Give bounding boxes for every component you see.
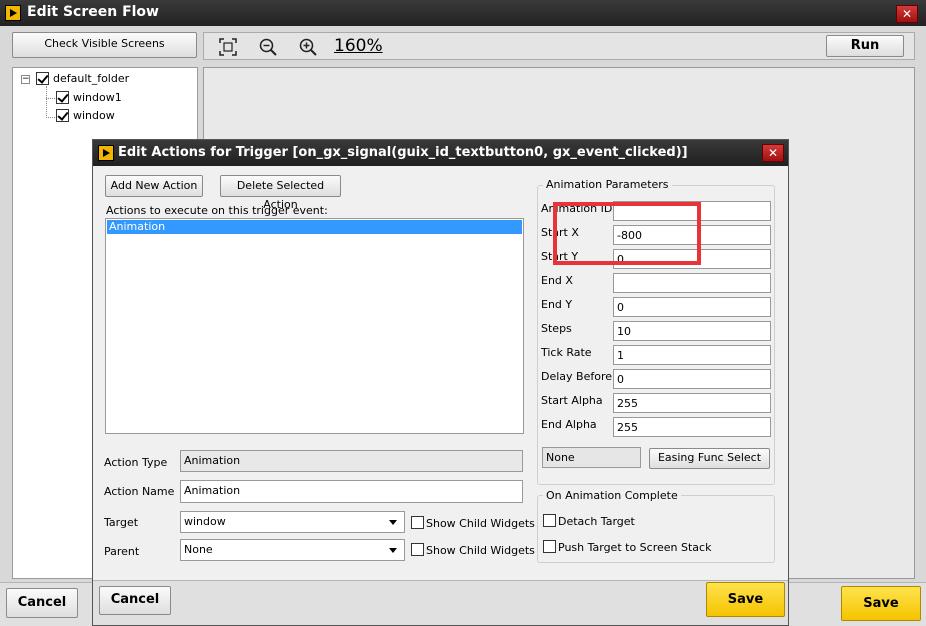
dialog-titlebar: Edit Actions for Trigger [on_gx_signal(g… — [93, 140, 788, 166]
run-button[interactable]: Run — [826, 35, 904, 57]
tree-child-checkbox[interactable] — [56, 109, 69, 122]
tree-item-window[interactable]: window — [73, 109, 115, 122]
window-close-button[interactable]: ✕ — [896, 5, 918, 23]
target-show-child-checkbox[interactable] — [411, 516, 424, 529]
chevron-down-icon — [389, 548, 397, 553]
zoom-out-icon[interactable] — [259, 38, 277, 56]
action-type-field: Animation — [180, 450, 523, 472]
end-x-field[interactable] — [613, 273, 771, 293]
parent-label: Parent — [104, 545, 140, 558]
push-target-label[interactable]: Push Target to Screen Stack — [558, 541, 711, 554]
actions-list[interactable]: Animation — [105, 218, 524, 434]
tree-child-checkbox[interactable] — [56, 91, 69, 104]
parent-show-child-checkbox[interactable] — [411, 543, 424, 556]
delay-before-label: Delay Before — [541, 370, 613, 383]
zoom-in-icon[interactable] — [299, 38, 317, 56]
on-animation-complete-title: On Animation Complete — [543, 489, 681, 502]
tree-root-checkbox[interactable] — [36, 72, 49, 85]
tick-rate-label: Tick Rate — [541, 346, 592, 359]
target-label: Target — [104, 516, 139, 529]
dialog-logo-icon — [98, 145, 114, 161]
end-alpha-label: End Alpha — [541, 418, 597, 431]
tree-collapse-icon[interactable]: − — [21, 75, 30, 84]
dialog-cancel-button[interactable]: Cancel — [99, 586, 171, 615]
steps-label: Steps — [541, 322, 572, 335]
highlight-annotation — [553, 202, 701, 265]
target-select-value: window — [184, 515, 226, 528]
easing-func-field: None — [542, 447, 641, 468]
tree-root-label[interactable]: default_folder — [53, 72, 129, 85]
parent-show-child-label[interactable]: Show Child Widgets — [426, 544, 535, 557]
action-type-label: Action Type — [104, 456, 168, 469]
end-y-label: End Y — [541, 298, 573, 311]
window-title: Edit Screen Flow — [27, 4, 159, 20]
steps-field[interactable]: 10 — [613, 321, 771, 341]
target-show-child-label[interactable]: Show Child Widgets — [426, 517, 535, 530]
actions-caption: Actions to execute on this trigger event… — [106, 204, 328, 217]
tick-rate-field[interactable]: 1 — [613, 345, 771, 365]
detach-target-label[interactable]: Detach Target — [558, 515, 635, 528]
dialog-close-button[interactable]: ✕ — [762, 144, 784, 162]
easing-func-select-button[interactable]: Easing Func Select — [649, 448, 770, 469]
delete-selected-action-button[interactable]: Delete Selected Action — [220, 175, 341, 211]
canvas-toolbar: 160% Run — [203, 32, 915, 60]
start-alpha-field[interactable]: 255 — [613, 393, 771, 413]
dialog-footer — [93, 580, 788, 625]
cancel-button[interactable]: Cancel — [6, 588, 78, 618]
edit-actions-dialog: Edit Actions for Trigger [on_gx_signal(g… — [92, 139, 789, 626]
add-new-action-button[interactable]: Add New Action — [105, 175, 203, 197]
dialog-title: Edit Actions for Trigger [on_gx_signal(g… — [118, 145, 688, 160]
parent-select[interactable]: None — [180, 539, 405, 561]
dialog-save-button[interactable]: Save — [706, 582, 785, 617]
app-logo-icon — [5, 5, 21, 21]
check-visible-screens-button[interactable]: Check Visible Screens — [12, 32, 197, 58]
push-target-checkbox[interactable] — [543, 540, 556, 553]
zoom-level[interactable]: 160% — [334, 36, 383, 56]
target-select[interactable]: window — [180, 511, 405, 533]
window-titlebar: Edit Screen Flow ✕ — [0, 0, 926, 26]
action-name-field[interactable]: Animation — [180, 480, 523, 503]
animation-parameters-title: Animation Parameters — [543, 178, 672, 191]
end-alpha-field[interactable]: 255 — [613, 417, 771, 437]
detach-target-checkbox[interactable] — [543, 514, 556, 527]
end-y-field[interactable]: 0 — [613, 297, 771, 317]
parent-select-value: None — [184, 543, 213, 556]
delay-before-field[interactable]: 0 — [613, 369, 771, 389]
action-name-label: Action Name — [104, 485, 175, 498]
start-alpha-label: Start Alpha — [541, 394, 603, 407]
chevron-down-icon — [389, 520, 397, 525]
fit-to-screen-icon[interactable] — [219, 38, 237, 56]
end-x-label: End X — [541, 274, 573, 287]
list-item[interactable]: Animation — [107, 220, 522, 234]
save-button[interactable]: Save — [841, 586, 921, 621]
tree-item-window1[interactable]: window1 — [73, 91, 122, 104]
